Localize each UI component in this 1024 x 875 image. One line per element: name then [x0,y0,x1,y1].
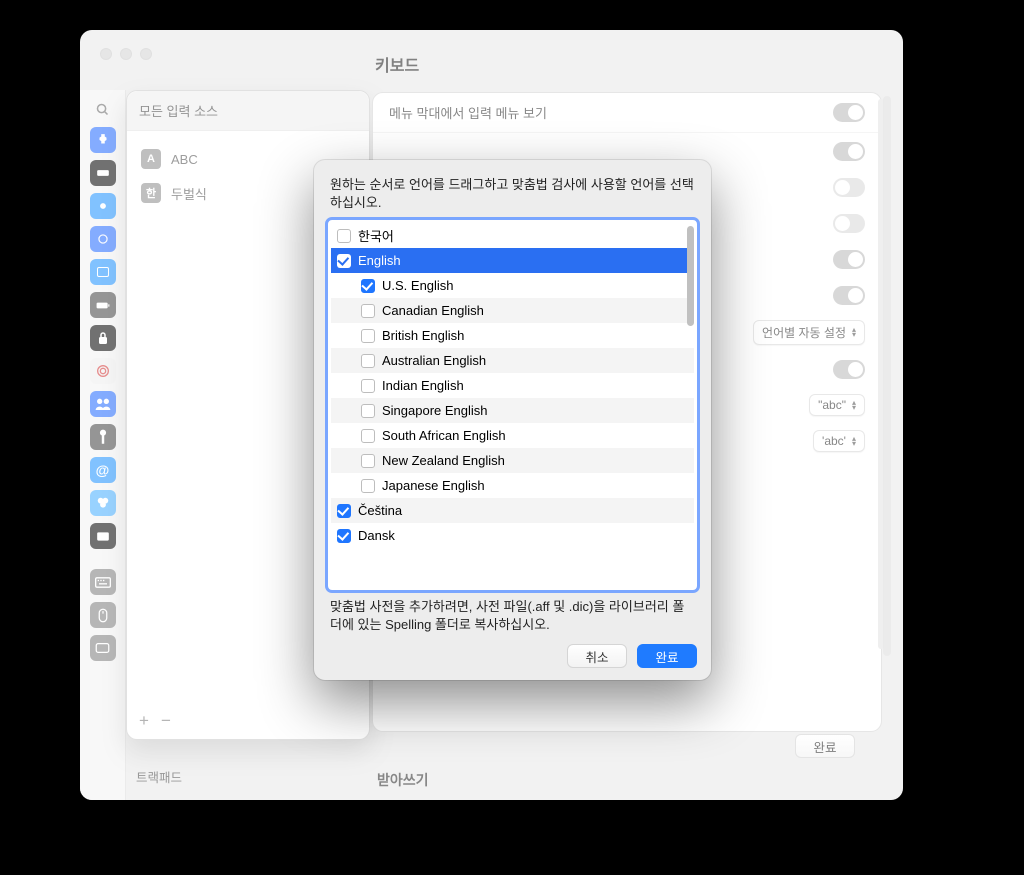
language-label: 한국어 [358,226,394,245]
language-label: Čeština [358,503,402,518]
toggle-switch[interactable] [833,360,865,379]
scrollbar[interactable] [687,226,694,326]
language-row[interactable]: Indian English [331,373,694,398]
language-checkbox[interactable] [337,254,351,268]
language-row[interactable]: English [331,248,694,273]
language-checkbox[interactable] [361,354,375,368]
toggle-switch[interactable] [833,214,865,233]
language-list[interactable]: 한국어 English U.S. English Canadian English Br… [328,220,697,589]
language-row[interactable]: U.S. English [331,273,694,298]
dialog-instruction: 원하는 순서로 언어를 드래그하고 맞춤법 검사에 사용할 언어를 선택하십시오… [330,176,695,212]
language-row[interactable]: Čeština [331,498,694,523]
language-checkbox[interactable] [361,479,375,493]
language-checkbox[interactable] [361,379,375,393]
language-row[interactable]: South African English [331,423,694,448]
language-checkbox[interactable] [361,279,375,293]
language-checkbox[interactable] [361,429,375,443]
scrollbar[interactable] [883,96,891,656]
done-button[interactable]: 완료 [795,734,855,758]
input-source-label: 두벌식 [171,184,207,203]
maximize-icon[interactable] [140,48,152,60]
language-checkbox[interactable] [337,504,351,518]
chevron-updown-icon: ▴▾ [852,327,856,337]
sidebar-item-wallet-icon[interactable] [90,523,116,549]
language-label: Dansk [358,528,395,543]
language-row[interactable]: Japanese English [331,473,694,498]
cancel-button[interactable]: 취소 [567,644,627,668]
double-quote-popup[interactable]: "abc" ▴▾ [809,394,865,416]
toggle-switch[interactable] [833,142,865,161]
language-checkbox[interactable] [361,329,375,343]
input-sources-title: 모든 입력 소스 [127,91,369,131]
sidebar-item-users-icon[interactable] [90,391,116,417]
sidebar-item-touchid-icon[interactable] [90,358,116,384]
language-row[interactable]: 한국어 [331,223,694,248]
sidebar-item-battery-icon[interactable] [90,292,116,318]
done-button[interactable]: 완료 [637,644,697,668]
sidebar-item-dock-icon[interactable] [90,160,116,186]
spelling-languages-dialog: 원하는 순서로 언어를 드래그하고 맞춤법 검사에 사용할 언어를 선택하십시오… [314,160,711,680]
language-checkbox[interactable] [337,229,351,243]
sidebar-item-lock-icon[interactable] [90,325,116,351]
language-label: Singapore English [382,403,488,418]
dialog-hint: 맞춤법 사전을 추가하려면, 사전 파일(.aff 및 .dic)을 라이브러리… [330,598,695,634]
language-label: English [358,253,401,268]
language-checkbox[interactable] [361,404,375,418]
search-icon[interactable] [89,98,117,120]
input-source-badge: 한 [141,183,161,203]
chevron-updown-icon: ▴▾ [852,400,856,410]
setting-label: 메뉴 막대에서 입력 메뉴 보기 [389,103,547,122]
language-checkbox[interactable] [361,454,375,468]
language-row[interactable]: New Zealand English [331,448,694,473]
sidebar-item-trackpad-label[interactable]: 트랙패드 [126,767,182,786]
section-title-dictation: 받아쓰기 [377,770,429,790]
category-sidebar: @ [80,90,126,800]
sidebar-item-display-icon[interactable] [90,193,116,219]
setting-row: 메뉴 막대에서 입력 메뉴 보기 [373,93,881,133]
language-label: New Zealand English [382,453,505,468]
language-label: South African English [382,428,506,443]
language-row[interactable]: Singapore English [331,398,694,423]
language-label: Japanese English [382,478,485,493]
toggle-switch[interactable] [833,103,865,122]
language-checkbox[interactable] [337,529,351,543]
toggle-switch[interactable] [833,286,865,305]
language-label: U.S. English [382,278,454,293]
chevron-updown-icon: ▴▾ [852,436,856,446]
toggle-switch[interactable] [833,250,865,269]
language-row[interactable]: Dansk [331,523,694,548]
spelling-language-popup[interactable]: 언어별 자동 설정 ▴▾ [753,320,865,345]
sidebar-item-gamecenter-icon[interactable] [90,490,116,516]
sidebar-item-general-icon[interactable] [90,127,116,153]
sidebar-item-wallpaper-icon[interactable] [90,226,116,252]
sidebar-item-passwords-icon[interactable] [90,424,116,450]
input-source-badge: A [141,149,161,169]
input-source-label: ABC [171,152,198,167]
add-input-source-button[interactable]: + [139,711,149,731]
sidebar-item-keyboard-icon[interactable] [90,569,116,595]
sidebar-item-trackpad-icon[interactable] [90,635,116,661]
language-label: British English [382,328,464,343]
page-title: 키보드 [375,52,419,76]
sidebar-item-screensaver-icon[interactable] [90,259,116,285]
close-icon[interactable] [100,48,112,60]
language-label: Australian English [382,353,486,368]
language-checkbox[interactable] [361,304,375,318]
sidebar-item-mouse-icon[interactable] [90,602,116,628]
sidebar-item-internet-icon[interactable]: @ [90,457,116,483]
remove-input-source-button[interactable]: − [161,711,171,731]
window-traffic-lights [100,48,152,60]
language-row[interactable]: Australian English [331,348,694,373]
single-quote-popup[interactable]: 'abc' ▴▾ [813,430,865,452]
language-label: Canadian English [382,303,484,318]
language-label: Indian English [382,378,464,393]
language-row[interactable]: British English [331,323,694,348]
language-row[interactable]: Canadian English [331,298,694,323]
minimize-icon[interactable] [120,48,132,60]
toggle-switch[interactable] [833,178,865,197]
